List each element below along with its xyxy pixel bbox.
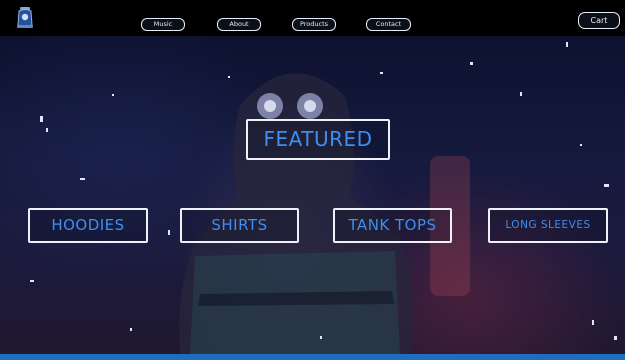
featured-button[interactable]: FEATURED <box>246 119 390 160</box>
nav-item-contact[interactable]: Contact <box>366 18 411 31</box>
hero-background-art <box>30 42 617 354</box>
top-navigation-bar: Music About Products Contact Cart <box>0 0 625 36</box>
cart-button[interactable]: Cart <box>578 12 620 29</box>
category-hoodies-button[interactable]: HOODIES <box>28 208 148 243</box>
hero-banner: FEATURED HOODIES SHIRTS TANK TOPS LONG S… <box>0 36 625 354</box>
nav-item-products[interactable]: Products <box>292 18 336 31</box>
category-shirts-button[interactable]: SHIRTS <box>180 208 299 243</box>
nav-item-about[interactable]: About <box>217 18 261 31</box>
category-long-sleeves-button[interactable]: LONG SLEEVES <box>488 208 608 243</box>
nav-item-music[interactable]: Music <box>141 18 185 31</box>
page: Music About Products Contact Cart FEATUR… <box>0 0 625 360</box>
bottom-accent-strip <box>0 354 625 360</box>
lantern-logo-icon[interactable] <box>14 6 36 30</box>
category-tank-tops-button[interactable]: TANK TOPS <box>333 208 452 243</box>
